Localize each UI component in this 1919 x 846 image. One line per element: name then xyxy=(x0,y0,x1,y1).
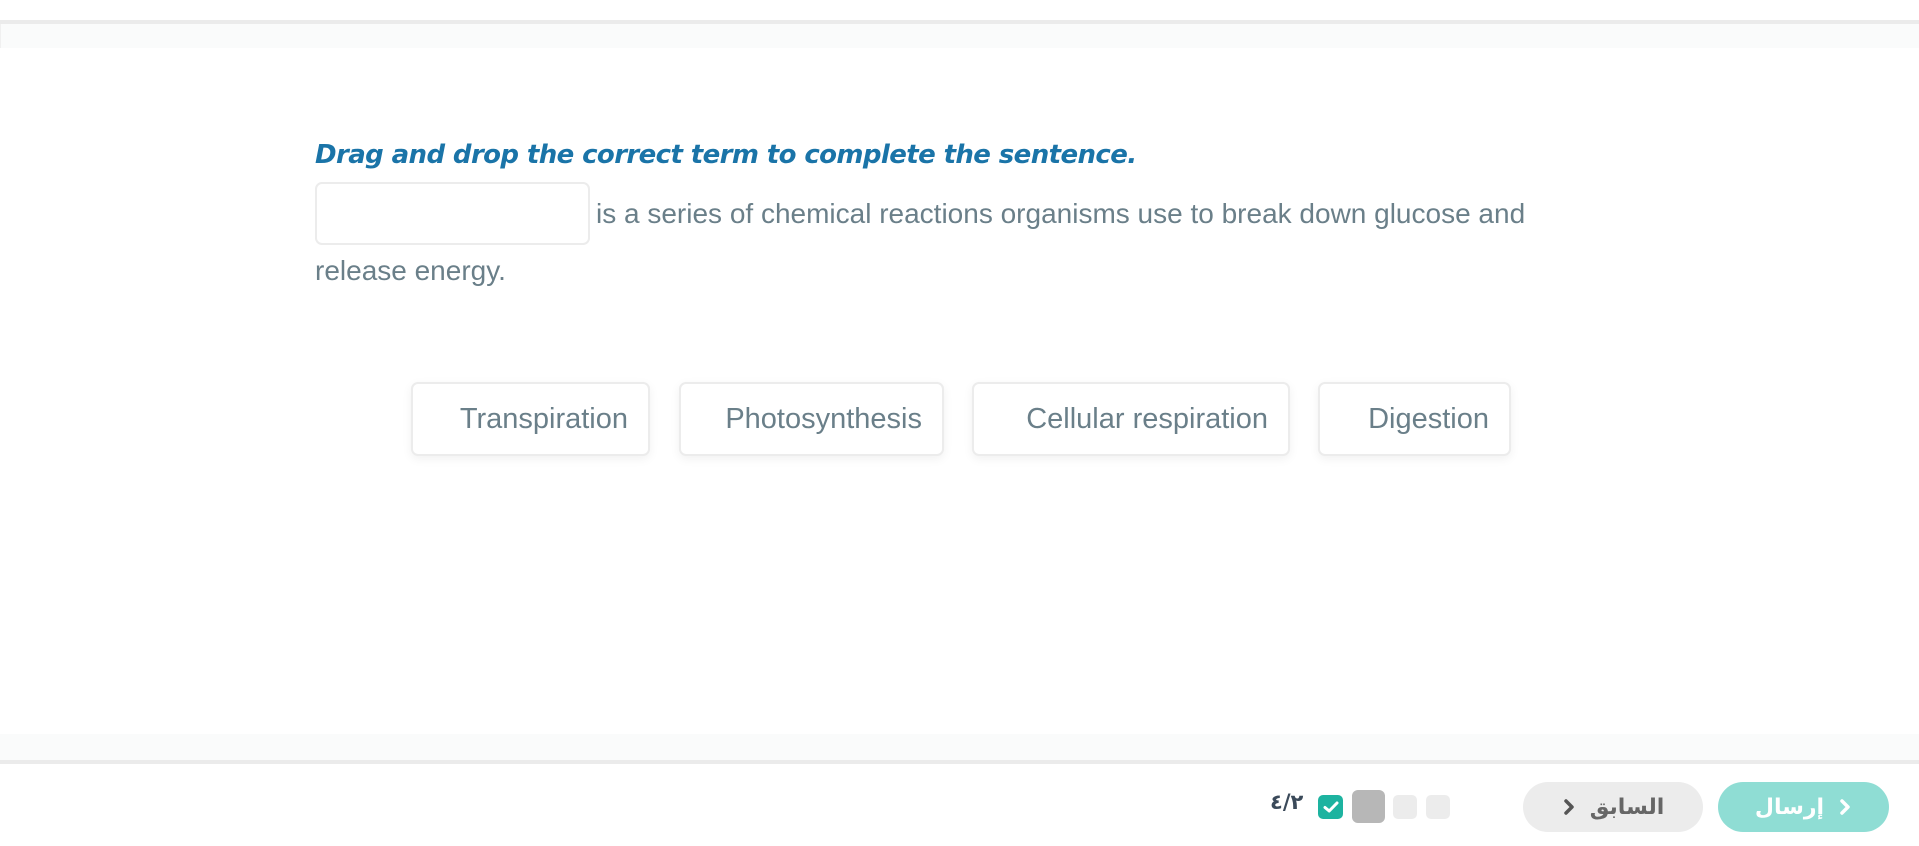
top-band xyxy=(0,24,1919,48)
option-transpiration[interactable]: Transpiration xyxy=(411,382,650,456)
answer-options: Transpiration Photosynthesis Cellular re… xyxy=(0,382,1919,456)
option-digestion[interactable]: Digestion xyxy=(1318,382,1511,456)
progress-step-1-answered[interactable] xyxy=(1318,795,1343,819)
previous-label: السابق xyxy=(1589,794,1665,820)
chevron-right-icon xyxy=(1562,798,1576,816)
submit-button[interactable]: إرسال xyxy=(1718,782,1889,832)
question-sentence: is a series of chemical reactions organi… xyxy=(315,182,1565,297)
progress-step-3[interactable] xyxy=(1393,795,1417,819)
bottom-band xyxy=(0,734,1919,760)
progress-step-2-current[interactable] xyxy=(1352,790,1385,823)
sentence-text-part2: release energy. xyxy=(315,255,506,286)
submit-label: إرسال xyxy=(1754,794,1825,820)
progress-step-4[interactable] xyxy=(1426,795,1450,819)
option-cellular-respiration[interactable]: Cellular respiration xyxy=(972,382,1290,456)
chevron-right-icon xyxy=(1838,798,1852,816)
sentence-text-part1: is a series of chemical reactions organi… xyxy=(596,198,1526,229)
check-icon xyxy=(1323,801,1338,813)
answer-drop-zone[interactable] xyxy=(315,182,590,245)
question-instruction: Drag and drop the correct term to comple… xyxy=(315,140,1137,170)
question-counter: ٤/٢ xyxy=(1270,790,1304,814)
quiz-page: Drag and drop the correct term to comple… xyxy=(0,0,1919,846)
option-photosynthesis[interactable]: Photosynthesis xyxy=(679,382,944,456)
previous-button[interactable]: السابق xyxy=(1523,782,1703,832)
